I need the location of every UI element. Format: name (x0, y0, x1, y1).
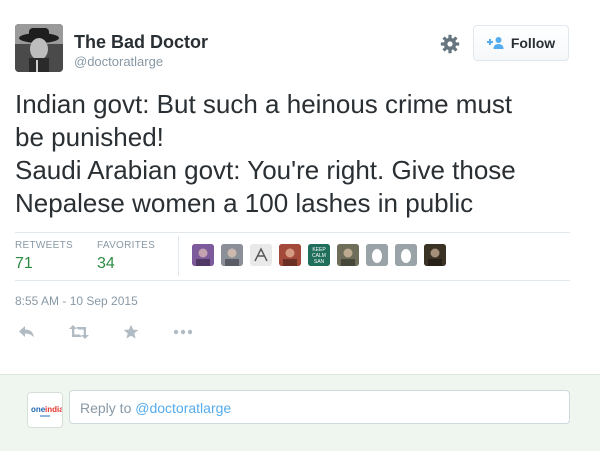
reply-icon[interactable] (15, 320, 39, 344)
follow-button[interactable]: Follow (473, 25, 569, 61)
favoriter-avatar[interactable] (279, 244, 301, 266)
favoriter-avatar[interactable] (221, 244, 243, 266)
tweet-text: Indian govt: But such a heinous crime mu… (15, 88, 585, 220)
favoriter-avatar[interactable] (424, 244, 446, 266)
tweet-line: Indian govt: But such a heinous crime mu… (15, 89, 513, 119)
favorites-count: 34 (97, 255, 115, 272)
current-user-avatar: one india (27, 392, 63, 428)
favoriter-avatar[interactable] (366, 244, 388, 266)
divider (178, 236, 179, 276)
more-icon[interactable] (171, 320, 195, 344)
favoriter-avatar[interactable] (250, 244, 272, 266)
divider (15, 232, 570, 233)
tweet-actions (15, 320, 195, 344)
favorites-stat[interactable]: FAVORITES 34 (97, 240, 155, 273)
favoriter-avatar[interactable]: KEEP CALM SAN (308, 244, 330, 266)
retweets-count: 71 (15, 255, 33, 272)
svg-text:one: one (31, 405, 46, 414)
retweet-icon[interactable] (67, 320, 91, 344)
favoriter-avatar[interactable] (337, 244, 359, 266)
tweet-line: be punished! (15, 122, 164, 152)
follow-label: Follow (510, 35, 556, 51)
favoriters-avatars: KEEP CALM SAN (192, 244, 453, 266)
reply-mention: @doctoratlarge (135, 400, 232, 416)
tweet-card: The Bad Doctor @doctoratlarge Follow Ind… (0, 0, 600, 374)
author-handle[interactable]: @doctoratlarge (74, 54, 163, 69)
reply-prefix: Reply to (80, 400, 136, 416)
tweet-line: Nepalese women a 100 lashes in public (15, 188, 474, 218)
tweet-line: Saudi Arabian govt: You're right. Give t… (15, 155, 516, 185)
retweets-label: RETWEETS (15, 240, 73, 251)
reply-box: one india Reply to @doctoratlarge (0, 374, 600, 451)
timestamp[interactable]: 8:55 AM - 10 Sep 2015 (15, 294, 138, 308)
keep-calm-word: SAN (314, 259, 325, 265)
favorites-label: FAVORITES (97, 240, 156, 251)
add-user-icon (486, 36, 505, 50)
favoriter-avatar[interactable] (192, 244, 214, 266)
author-name[interactable]: The Bad Doctor (74, 32, 208, 53)
divider (15, 280, 570, 281)
favorite-icon[interactable] (119, 320, 143, 344)
favoriter-avatar[interactable] (395, 244, 417, 266)
author-avatar[interactable] (15, 24, 63, 72)
reply-input[interactable]: Reply to @doctoratlarge (69, 390, 570, 424)
svg-text:india: india (45, 405, 62, 414)
retweets-stat[interactable]: RETWEETS 71 (15, 240, 73, 273)
gear-icon[interactable] (439, 33, 461, 55)
